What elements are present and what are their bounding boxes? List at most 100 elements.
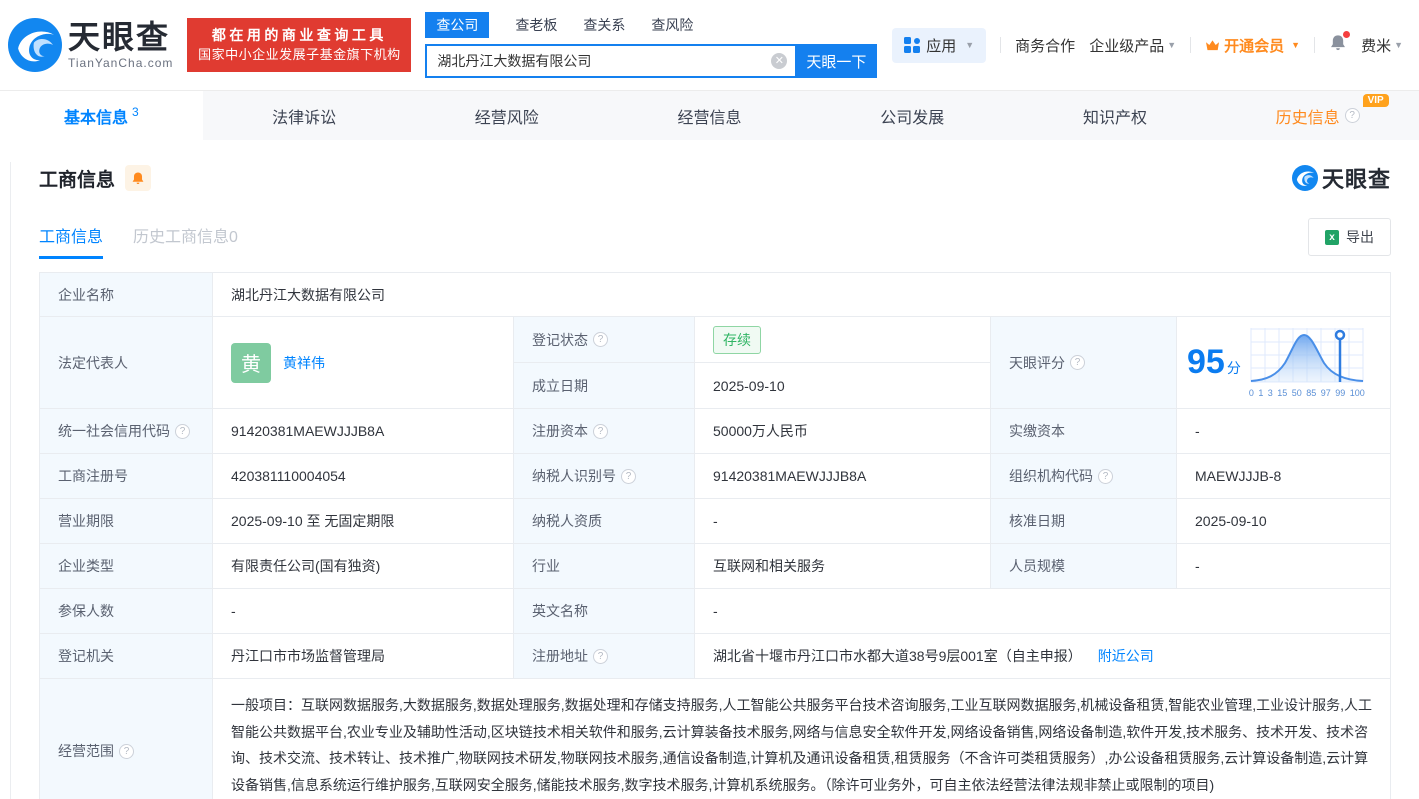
search-block: 查公司 查老板 查关系 查风险 ✕ 天眼一下 (425, 12, 878, 78)
divider (1314, 37, 1316, 53)
divider (1000, 37, 1002, 53)
notification-dot (1343, 31, 1351, 38)
taxpayer-quality-value: - (695, 499, 990, 543)
search-input[interactable] (425, 44, 796, 78)
tab-history-info[interactable]: VIP 历史信息 ? (1216, 91, 1419, 140)
help-icon[interactable]: ? (175, 423, 190, 439)
tab-legal-litigation[interactable]: 法律诉讼 (203, 91, 406, 140)
vip-badge: VIP (1362, 94, 1389, 107)
staff-size-label: 人员规模 (991, 544, 1176, 588)
tab-count: 3 (132, 105, 139, 119)
promo-line1: 都在用的商业查询工具 (211, 27, 387, 43)
search-tab-risk[interactable]: 查风险 (651, 12, 693, 38)
establish-date-label: 成立日期 (514, 363, 694, 408)
tab-company-development[interactable]: 公司发展 (811, 91, 1014, 140)
promo-line2: 国家中小企业发展子基金旗下机构 (198, 47, 401, 62)
apps-grid-icon (904, 37, 921, 53)
help-icon[interactable]: ? (1098, 468, 1113, 484)
subtab-business-info[interactable]: 工商信息 (39, 223, 104, 259)
notification-bell-icon[interactable] (1329, 31, 1351, 56)
chevron-down-icon: ▼ (1394, 40, 1403, 50)
legal-rep-avatar[interactable]: 黄 (231, 342, 271, 383)
status-badge: 存续 (713, 325, 761, 354)
search-tab-boss[interactable]: 查老板 (515, 12, 557, 38)
tianyancha-logo[interactable]: 天眼查 TianYanCha.com (8, 18, 173, 72)
english-name-value: - (695, 589, 1390, 633)
tab-operation-info[interactable]: 经营信息 (608, 91, 811, 140)
reg-status-label: 登记状态? (514, 317, 694, 362)
tab-intellectual-property[interactable]: 知识产权 (1014, 91, 1217, 140)
legal-rep-link[interactable]: 黄祥伟 (283, 353, 325, 373)
tab-basic-info[interactable]: 基本信息 3 (0, 91, 203, 140)
subtab-history-business-info[interactable]: 历史工商信息0 (133, 223, 238, 259)
search-tab-company[interactable]: 查公司 (425, 12, 490, 38)
tianyancha-watermark: 天眼查 (1291, 162, 1391, 194)
promo-banner: 都在用的商业查询工具 国家中小企业发展子基金旗下机构 (187, 18, 412, 72)
reg-authority-value: 丹江口市市场监督管理局 (213, 634, 513, 678)
search-tabs: 查公司 查老板 查关系 查风险 (425, 12, 877, 38)
reg-address-value: 湖北省十堰市丹江口市水都大道38号9层001室（自主申报） 附近公司 (695, 634, 1390, 678)
staff-size-value: - (1177, 544, 1390, 588)
help-icon[interactable]: ? (593, 332, 608, 347)
nav-user-menu[interactable]: 费米 ▼ (1361, 35, 1403, 56)
approval-date-value: 2025-09-10 (1177, 499, 1390, 543)
org-code-label: 组织机构代码? (991, 454, 1176, 498)
legal-rep-value: 黄 黄祥伟 (213, 317, 513, 408)
nav-open-vip[interactable]: 开通会员 ▼ (1205, 35, 1300, 56)
reg-number-value: 420381110004054 (213, 454, 513, 498)
score-axis-ticks: 0 1 3 15 50 85 97 99 100 (1248, 387, 1365, 398)
paid-capital-label: 实缴资本 (991, 409, 1176, 453)
business-info-table: 企业名称 湖北丹江大数据有限公司 法定代表人 黄 黄祥伟 登记状态? 存续 成立… (39, 272, 1391, 799)
credit-code-label: 统一社会信用代码? (40, 409, 212, 453)
crown-icon (1206, 39, 1220, 50)
tianyancha-logo-icon (8, 18, 62, 72)
search-tab-relation[interactable]: 查关系 (583, 12, 625, 38)
business-term-value: 2025-09-10 至 无固定期限 (213, 499, 513, 543)
business-scope-value: 一般项目：互联网数据服务,大数据服务,数据处理服务,数据处理和存储支持服务,人工… (213, 679, 1390, 799)
apps-menu-button[interactable]: 应用 ▼ (892, 27, 987, 63)
org-code-value: MAEWJJJB-8 (1177, 454, 1390, 498)
help-icon[interactable]: ? (1070, 355, 1085, 370)
help-icon[interactable]: ? (593, 423, 608, 439)
nearby-companies-link[interactable]: 附近公司 (1098, 646, 1154, 666)
reg-capital-value: 50000万人民币 (695, 409, 990, 453)
taxpayer-id-value: 91420381MAEWJJJB8A (695, 454, 990, 498)
approval-date-label: 核准日期 (991, 499, 1176, 543)
divider (1190, 37, 1192, 53)
legal-rep-label: 法定代表人 (40, 317, 212, 408)
score-number: 95 (1187, 343, 1225, 381)
help-icon[interactable]: ? (593, 648, 608, 664)
help-icon[interactable]: ? (1344, 108, 1360, 123)
username: 费米 (1361, 37, 1392, 55)
reg-number-label: 工商注册号 (40, 454, 212, 498)
taxpayer-quality-label: 纳税人资质 (514, 499, 694, 543)
nav-business-cooperation[interactable]: 商务合作 (1015, 35, 1075, 56)
reg-address-label: 注册地址? (514, 634, 694, 678)
brand-domain: TianYanCha.com (68, 56, 174, 70)
company-type-label: 企业类型 (40, 544, 212, 588)
company-type-value: 有限责任公司(国有独资) (213, 544, 513, 588)
insured-count-label: 参保人数 (40, 589, 212, 633)
score-unit: 分 (1226, 360, 1241, 376)
paid-capital-value: - (1177, 409, 1390, 453)
top-header: 天眼查 TianYanCha.com 都在用的商业查询工具 国家中小企业发展子基… (0, 0, 1419, 90)
help-icon[interactable]: ? (119, 743, 134, 759)
search-button[interactable]: 天眼一下 (795, 44, 878, 78)
apps-label: 应用 (926, 37, 957, 55)
help-icon[interactable]: ? (621, 468, 636, 484)
industry-label: 行业 (514, 544, 694, 588)
business-scope-label: 经营范围? (40, 679, 212, 799)
insured-count-value: - (213, 589, 513, 633)
score-label: 天眼评分? (991, 317, 1176, 408)
chevron-down-icon: ▼ (965, 40, 975, 50)
company-name-label: 企业名称 (40, 273, 212, 316)
monitor-bell-button[interactable] (125, 165, 152, 191)
score-chart: 0 1 3 15 50 85 97 99 100 (1248, 327, 1365, 398)
tianyancha-logo-icon (1291, 165, 1318, 191)
chevron-down-icon: ▼ (1291, 40, 1301, 50)
english-name-label: 英文名称 (514, 589, 694, 633)
industry-value: 互联网和相关服务 (695, 544, 990, 588)
export-button[interactable]: x 导出 (1308, 218, 1391, 256)
nav-enterprise-products[interactable]: 企业级产品 ▼ (1089, 35, 1176, 56)
tab-operation-risk[interactable]: 经营风险 (405, 91, 608, 140)
